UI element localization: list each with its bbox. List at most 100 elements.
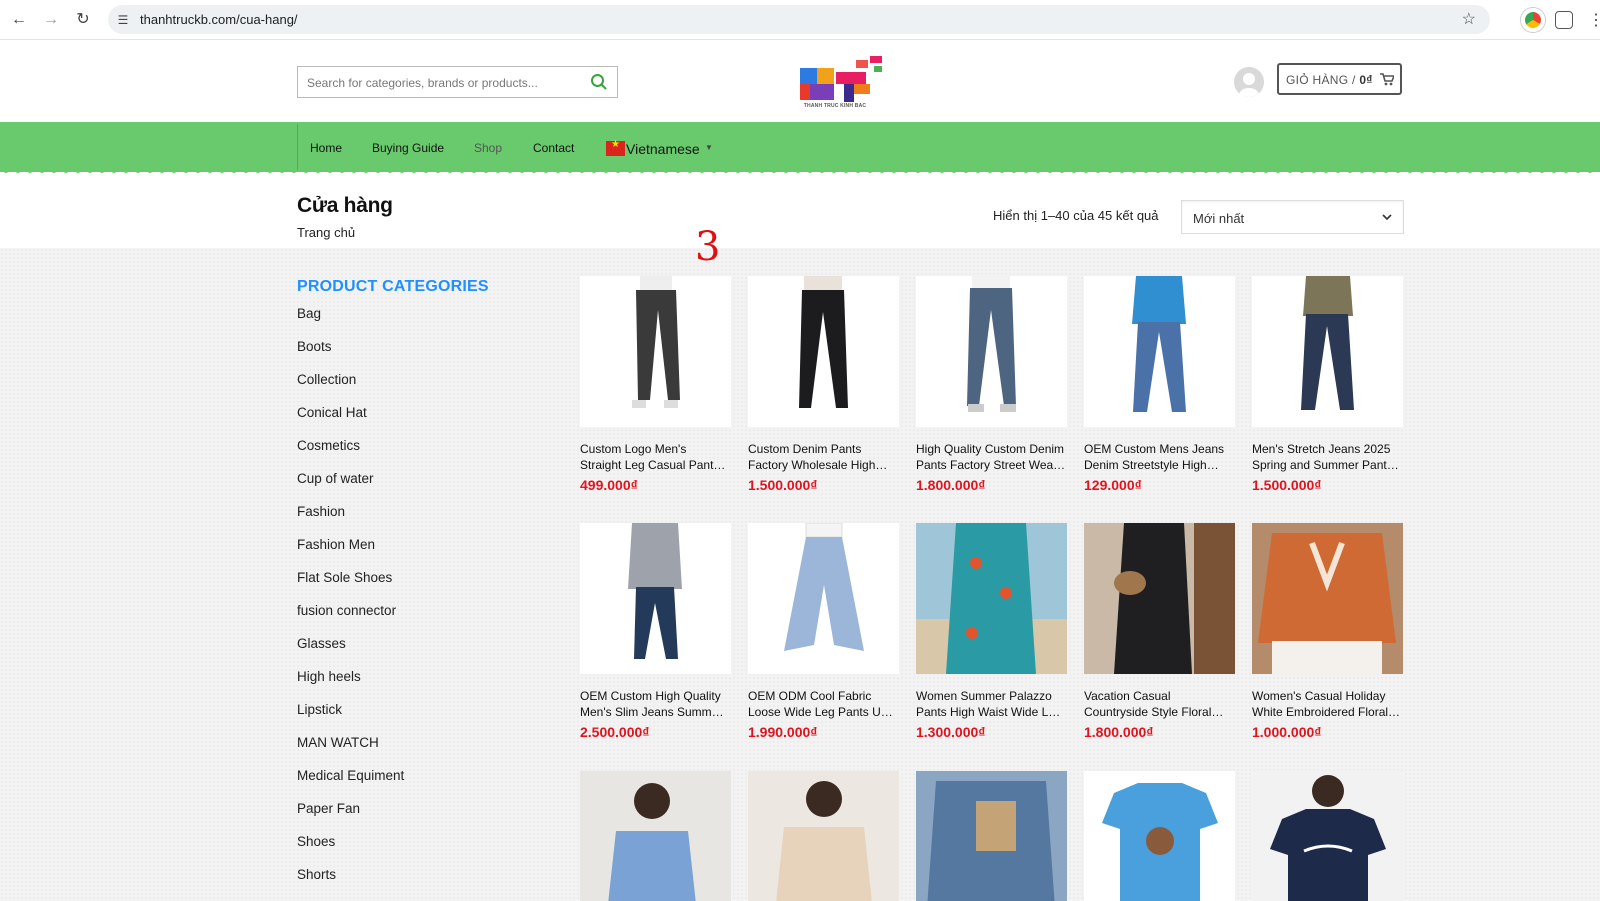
product-card[interactable]: High Quality Custom Denim Pants Factory S…	[916, 276, 1067, 493]
address-bar[interactable]: ☰ thanhtruckb.com/cua-hang/ ☆	[108, 5, 1490, 34]
product-name[interactable]: Women Summer Palazzo Pants High Waist Wid…	[916, 688, 1067, 720]
product-card[interactable]: OEM Custom Mens Jeans Denim Streetstyle H…	[1084, 276, 1235, 493]
category-item[interactable]: Conical Hat	[297, 405, 404, 438]
product-image[interactable]	[1084, 276, 1235, 427]
product-name[interactable]: Vacation Casual Countryside Style Floral…	[1084, 688, 1235, 720]
product-name[interactable]: OEM Custom Mens Jeans Denim Streetstyle H…	[1084, 441, 1235, 473]
language-selector[interactable]: Vietnamese	[626, 141, 700, 157]
menu-dots-icon[interactable]: ⋮	[1588, 10, 1600, 30]
product-image[interactable]	[748, 276, 899, 427]
category-item[interactable]: Paper Fan	[297, 801, 404, 834]
product-price: 1.000.000₫	[1252, 724, 1322, 740]
orderby-select[interactable]: Mới nhất	[1181, 200, 1404, 234]
category-item[interactable]: Boots	[297, 339, 404, 372]
vietnam-flag-icon[interactable]: ★	[606, 139, 625, 156]
product-card[interactable]: Women Summer Palazzo Pants High Waist Wid…	[916, 523, 1067, 740]
reload-icon[interactable]: ↻	[72, 9, 94, 31]
product-image[interactable]	[580, 771, 731, 901]
cart-icon	[1380, 73, 1394, 86]
product-card[interactable]: Men's Stretch Jeans 2025 Spring and Summe…	[1252, 276, 1403, 493]
nav-buying-guide[interactable]: Buying Guide	[372, 141, 444, 155]
product-card[interactable]: Custom Denim Pants Factory Wholesale High…	[748, 276, 899, 493]
category-item[interactable]: Shorts	[297, 867, 404, 900]
extension-icon[interactable]	[1521, 8, 1545, 32]
product-price: 129.000₫	[1084, 477, 1142, 493]
category-item[interactable]: Glasses	[297, 636, 404, 669]
nav-wave-edge	[0, 165, 1600, 174]
category-item[interactable]: Fashion	[297, 504, 404, 537]
category-item[interactable]: Lipstick	[297, 702, 404, 735]
product-card[interactable]: Custom Logo Men's Straight Leg Casual Pan…	[580, 276, 731, 493]
cart-button[interactable]: GIỎ HÀNG / 0₫	[1277, 63, 1402, 95]
product-card[interactable]: OEM Custom High Quality Men's Slim Jeans …	[580, 523, 731, 740]
product-image[interactable]	[1252, 523, 1403, 674]
product-name[interactable]: OEM Custom High Quality Men's Slim Jeans …	[580, 688, 731, 720]
product-price: 1.500.000₫	[1252, 477, 1322, 493]
back-icon[interactable]: ←	[8, 9, 30, 31]
product-name[interactable]: Women's Casual Holiday White Embroidered …	[1252, 688, 1403, 720]
cart-label: GIỎ HÀNG / 0₫	[1286, 73, 1373, 87]
product-card[interactable]: Women's Casual Holiday White Embroidered …	[1252, 523, 1403, 740]
product-card[interactable]	[1252, 771, 1403, 901]
product-image[interactable]	[1084, 771, 1235, 901]
product-card[interactable]	[580, 771, 731, 901]
forward-icon[interactable]: →	[40, 9, 62, 31]
category-item[interactable]: Bag	[297, 306, 404, 339]
category-item[interactable]: Fashion Men	[297, 537, 404, 570]
product-image[interactable]	[580, 276, 731, 427]
page-title: Cửa hàng	[297, 194, 393, 217]
chevron-down-icon[interactable]: ▼	[705, 143, 713, 152]
category-item[interactable]: Collection	[297, 372, 404, 405]
product-name[interactable]: High Quality Custom Denim Pants Factory S…	[916, 441, 1067, 473]
category-list: Bag Boots Collection Conical Hat Cosmeti…	[297, 306, 404, 900]
nav-shop[interactable]: Shop	[474, 141, 502, 155]
annotation-number: 3	[695, 224, 721, 270]
category-item[interactable]: Flat Sole Shoes	[297, 570, 404, 603]
site-settings-icon[interactable]: ☰	[114, 11, 132, 29]
site-logo[interactable]: THANH TRUC KINH BAC	[800, 54, 892, 112]
product-card[interactable]	[748, 771, 899, 901]
product-image[interactable]	[748, 771, 899, 901]
orderby-value: Mới nhất	[1193, 211, 1245, 226]
product-price: 1.500.000₫	[748, 477, 818, 493]
product-card[interactable]	[1084, 771, 1235, 901]
product-price: 1.800.000₫	[916, 477, 986, 493]
result-count: Hiển thị 1–40 của 45 kết quả	[993, 208, 1159, 223]
search-input[interactable]: Search for categories, brands or product…	[297, 66, 618, 98]
category-item[interactable]: Medical Equiment	[297, 768, 404, 801]
extensions-puzzle-icon[interactable]	[1555, 11, 1573, 29]
search-icon[interactable]	[590, 73, 608, 91]
product-price: 1.300.000₫	[916, 724, 986, 740]
category-item[interactable]: High heels	[297, 669, 404, 702]
product-price: 1.800.000₫	[1084, 724, 1154, 740]
logo-caption: THANH TRUC KINH BAC	[803, 103, 867, 109]
product-price: 499.000₫	[580, 477, 638, 493]
product-image[interactable]	[916, 771, 1067, 901]
product-name[interactable]: Men's Stretch Jeans 2025 Spring and Summe…	[1252, 441, 1403, 473]
product-name[interactable]: Custom Logo Men's Straight Leg Casual Pan…	[580, 441, 731, 473]
nav-contact[interactable]: Contact	[533, 141, 574, 155]
product-image[interactable]	[1084, 523, 1235, 674]
category-item[interactable]: Cup of water	[297, 471, 404, 504]
chevron-down-icon	[1382, 214, 1392, 221]
account-avatar[interactable]	[1234, 67, 1264, 97]
category-item[interactable]: Cosmetics	[297, 438, 404, 471]
product-image[interactable]	[916, 276, 1067, 427]
breadcrumb[interactable]: Trang chủ	[297, 225, 355, 240]
address-url[interactable]: thanhtruckb.com/cua-hang/	[140, 12, 298, 27]
product-image[interactable]	[748, 523, 899, 674]
category-item[interactable]: Shoes	[297, 834, 404, 867]
product-image[interactable]	[580, 523, 731, 674]
category-item[interactable]: fusion connector	[297, 603, 404, 636]
product-image[interactable]	[1252, 771, 1403, 901]
product-card[interactable]	[916, 771, 1067, 901]
nav-home[interactable]: Home	[310, 141, 342, 155]
product-name[interactable]: OEM ODM Cool Fabric Loose Wide Leg Pants …	[748, 688, 899, 720]
product-name[interactable]: Custom Denim Pants Factory Wholesale High…	[748, 441, 899, 473]
product-image[interactable]	[1252, 276, 1403, 427]
product-card[interactable]: OEM ODM Cool Fabric Loose Wide Leg Pants …	[748, 523, 899, 740]
category-item[interactable]: MAN WATCH	[297, 735, 404, 768]
product-card[interactable]: Vacation Casual Countryside Style Floral……	[1084, 523, 1235, 740]
bookmark-star-icon[interactable]: ☆	[1462, 9, 1476, 29]
product-image[interactable]	[916, 523, 1067, 674]
